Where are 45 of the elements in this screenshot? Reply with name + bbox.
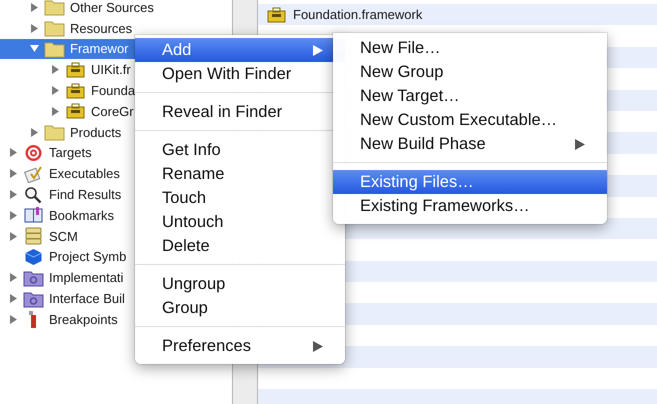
menu-item[interactable]: New Group — [333, 60, 607, 84]
disclosure-triangle-icon[interactable] — [30, 128, 39, 137]
menu-item[interactable]: Preferences — [135, 334, 345, 358]
sidebar-item[interactable]: Other Sources — [0, 0, 232, 18]
menu-item[interactable]: New Target… — [333, 84, 607, 108]
disclosure-triangle-icon[interactable] — [9, 273, 18, 282]
disclosure-triangle-icon[interactable] — [9, 210, 18, 220]
sidebar-item[interactable]: Resources — [0, 18, 232, 39]
folder-icon — [44, 0, 65, 16]
target-icon — [23, 144, 44, 162]
file-row[interactable]: Foundation.framework — [258, 4, 657, 26]
folder-icon — [44, 40, 65, 58]
menu-item[interactable]: Existing Frameworks… — [333, 194, 607, 218]
disclosure-triangle-icon[interactable] — [51, 65, 60, 74]
disclosure-triangle-icon[interactable] — [9, 232, 18, 241]
cube-icon — [23, 248, 44, 266]
toolbox-icon — [65, 102, 86, 120]
disclosure-triangle-icon[interactable] — [30, 44, 39, 54]
menu-item[interactable]: Delete — [135, 234, 345, 258]
disclosure-triangle-icon[interactable] — [9, 294, 18, 304]
disclosure-triangle-icon[interactable] — [51, 106, 60, 116]
folder-icon — [44, 123, 65, 142]
search-icon — [23, 186, 44, 204]
disclosure-triangle-icon[interactable] — [30, 24, 39, 33]
sidebar-item[interactable]: Products — [0, 122, 232, 143]
gear-folder-icon — [23, 268, 44, 287]
menu-item[interactable]: New Custom Executable… — [333, 108, 607, 132]
disclosure-triangle-icon[interactable] — [9, 190, 18, 200]
gear-folder-icon — [23, 290, 44, 308]
toolbox-icon — [266, 6, 287, 24]
menu-item[interactable]: Group — [135, 296, 345, 320]
toolbox-icon — [65, 60, 86, 79]
menu-item[interactable]: Existing Files… — [333, 170, 607, 194]
menu-item[interactable]: New Build Phase — [333, 132, 607, 156]
menu-item[interactable]: Ungroup — [135, 272, 345, 296]
book-icon — [23, 206, 44, 224]
disclosure-triangle-icon[interactable] — [9, 169, 18, 178]
disclosure-triangle-icon[interactable] — [9, 148, 18, 158]
database-icon — [23, 227, 44, 246]
pencil-check-icon — [23, 164, 44, 183]
toolbox-icon — [65, 82, 86, 100]
disclosure-triangle-icon[interactable] — [51, 86, 60, 96]
breakpoint-icon — [29, 310, 37, 328]
disclosure-triangle-icon[interactable] — [9, 314, 18, 324]
disclosure-triangle-icon[interactable] — [30, 2, 39, 12]
